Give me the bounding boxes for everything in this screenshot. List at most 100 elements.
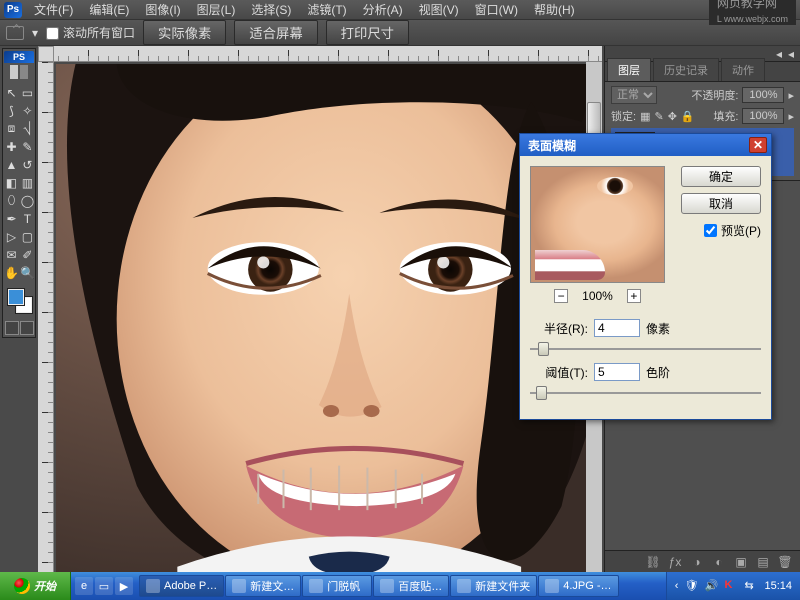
ruler-horizontal[interactable]: [38, 46, 602, 62]
ok-button[interactable]: 确定: [681, 166, 761, 187]
tray-shield-icon[interactable]: 🛡: [684, 579, 698, 593]
lock-paint-icon[interactable]: ✎: [654, 110, 663, 123]
actual-pixels-button[interactable]: 实际像素: [143, 20, 226, 45]
preview-checkbox[interactable]: 预览(P): [675, 222, 761, 239]
zoom-tool[interactable]: 🔍: [20, 264, 35, 281]
crop-tool[interactable]: ⧈: [4, 120, 19, 137]
toolbox-header[interactable]: PS: [4, 51, 34, 63]
path-tool[interactable]: ▷: [4, 228, 19, 245]
zoom-in-button[interactable]: +: [627, 289, 641, 303]
zoom-out-button[interactable]: −: [554, 289, 568, 303]
opacity-value[interactable]: 100%: [742, 87, 784, 103]
blend-mode-select[interactable]: 正常: [611, 86, 657, 104]
watermark-brand: 网页教学网L www.webjx.com: [709, 0, 796, 25]
taskbar-clock[interactable]: 15:14: [764, 580, 792, 592]
slice-tool[interactable]: ⎷: [20, 120, 35, 137]
folder-icon: [457, 579, 471, 593]
heal-tool[interactable]: ✚: [4, 138, 19, 155]
scroll-all-checkbox[interactable]: 滚动所有窗口: [46, 24, 135, 41]
print-size-button[interactable]: 打印尺寸: [326, 20, 409, 45]
type-tool[interactable]: T: [20, 210, 35, 227]
blur-tool[interactable]: ⬯: [4, 192, 19, 209]
lock-move-icon[interactable]: ✥: [668, 110, 677, 123]
radius-input[interactable]: [594, 319, 640, 337]
task-image[interactable]: 4.JPG -…: [538, 575, 618, 597]
notes-tool[interactable]: ✉: [4, 246, 19, 263]
cancel-button[interactable]: 取消: [681, 193, 761, 214]
task-photoshop[interactable]: Adobe P…: [139, 575, 224, 597]
screenmode-toggle[interactable]: [20, 321, 34, 335]
start-button[interactable]: 开始: [0, 572, 71, 600]
menu-layer[interactable]: 图层(L): [193, 1, 240, 18]
menu-image[interactable]: 图像(I): [141, 1, 184, 18]
lock-trans-icon[interactable]: ▦: [640, 110, 650, 123]
ps-icon: [146, 579, 160, 593]
fit-screen-button[interactable]: 适合屏幕: [234, 20, 317, 45]
menu-help[interactable]: 帮助(H): [530, 1, 579, 18]
folder-icon: [309, 579, 323, 593]
task-folder1[interactable]: 门脱帆: [302, 575, 372, 597]
menu-window[interactable]: 窗口(W): [471, 1, 522, 18]
tray-k-icon[interactable]: K: [724, 579, 738, 593]
tab-history[interactable]: 历史记录: [653, 58, 719, 81]
fx-icon[interactable]: ƒx: [668, 555, 682, 569]
wand-tool[interactable]: ✧: [20, 102, 35, 119]
menu-edit[interactable]: 编辑(E): [85, 1, 133, 18]
close-icon[interactable]: ✕: [749, 137, 767, 153]
tab-layers[interactable]: 图层: [607, 58, 651, 81]
toolbox-column-toggle-b[interactable]: [20, 65, 28, 79]
ruler-vertical[interactable]: [38, 62, 54, 572]
tray-volume-icon[interactable]: 🔊: [704, 579, 718, 593]
shape-tool[interactable]: ▢: [20, 228, 35, 245]
quickmask-toggle[interactable]: [5, 321, 19, 335]
menu-file[interactable]: 文件(F): [30, 1, 77, 18]
hand-tool[interactable]: ✋: [4, 264, 19, 281]
adjustment-icon[interactable]: ◐: [712, 555, 726, 569]
options-bar: ▾ 滚动所有窗口 实际像素 适合屏幕 打印尺寸: [0, 20, 800, 46]
ql-player-icon[interactable]: ▶: [115, 577, 133, 595]
menu-analysis[interactable]: 分析(A): [359, 1, 407, 18]
trash-icon[interactable]: 🗑: [778, 555, 792, 569]
dialog-titlebar[interactable]: 表面模糊 ✕: [520, 134, 771, 156]
menu-view[interactable]: 视图(V): [415, 1, 463, 18]
surface-blur-dialog: 表面模糊 ✕ − 100% + 确定 取消 预览(P) 半径(R): 像素: [519, 133, 772, 420]
task-folder2[interactable]: 新建文件夹: [450, 575, 537, 597]
preview-image[interactable]: [530, 166, 665, 283]
pen-tool[interactable]: ✒: [4, 210, 19, 227]
toolbox-column-toggle[interactable]: [10, 65, 18, 79]
lasso-tool[interactable]: ⟆: [4, 102, 19, 119]
stamp-tool[interactable]: ▲: [4, 156, 19, 173]
radius-unit: 像素: [646, 320, 670, 337]
ql-ie-icon[interactable]: e: [75, 577, 93, 595]
group-icon[interactable]: ▣: [734, 555, 748, 569]
fill-value[interactable]: 100%: [742, 108, 784, 124]
dodge-tool[interactable]: ◯: [20, 192, 35, 209]
gradient-tool[interactable]: ▥: [20, 174, 35, 191]
task-baidu[interactable]: 百度贴…: [373, 575, 449, 597]
new-layer-icon[interactable]: ▤: [756, 555, 770, 569]
tray-net-icon[interactable]: ⇆: [744, 579, 758, 593]
move-tool[interactable]: ↖: [4, 84, 19, 101]
mask-icon[interactable]: ◑: [690, 555, 704, 569]
ruler-origin[interactable]: [38, 46, 54, 62]
radius-slider[interactable]: [530, 341, 761, 357]
lock-all-icon[interactable]: 🔒: [681, 110, 695, 123]
eyedropper-tool[interactable]: ✐: [20, 246, 35, 263]
task-doc1[interactable]: 新建文…: [225, 575, 301, 597]
hand-tool-icon[interactable]: [6, 26, 24, 40]
menu-select[interactable]: 选择(S): [247, 1, 295, 18]
threshold-input[interactable]: [594, 363, 640, 381]
foreground-color[interactable]: [8, 289, 24, 305]
history-brush-tool[interactable]: ↺: [20, 156, 35, 173]
ql-desktop-icon[interactable]: ▭: [95, 577, 113, 595]
eraser-tool[interactable]: ◧: [4, 174, 19, 191]
fill-label: 填充:: [713, 108, 738, 124]
link-layers-icon[interactable]: ⛓: [646, 555, 660, 569]
windows-taskbar: 开始 e ▭ ▶ Adobe P… 新建文… 门脱帆 百度贴… 新建文件夹 4.…: [0, 572, 800, 600]
tab-actions[interactable]: 动作: [721, 58, 765, 81]
marquee-tool[interactable]: ▭: [20, 84, 35, 101]
menu-filter[interactable]: 滤镜(T): [303, 1, 350, 18]
threshold-slider[interactable]: [530, 385, 761, 401]
brush-tool[interactable]: ✎: [20, 138, 35, 155]
tray-expand-icon[interactable]: ‹: [675, 580, 679, 592]
